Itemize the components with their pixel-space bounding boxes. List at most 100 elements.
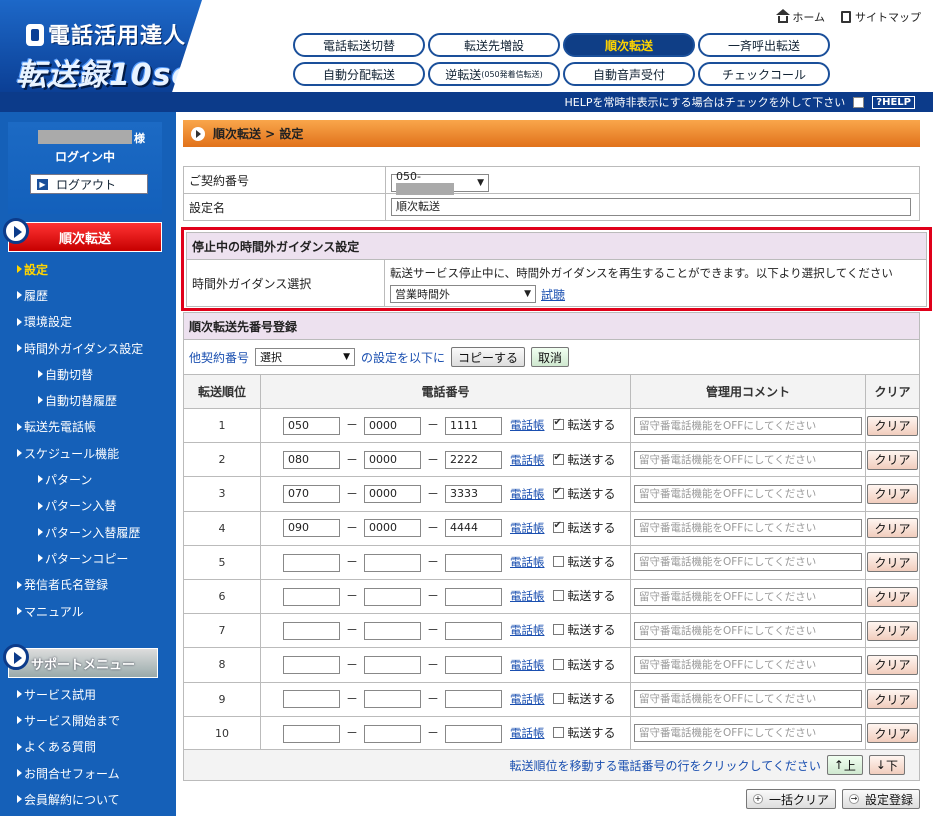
- clear-button[interactable]: クリア: [867, 723, 918, 744]
- home-link[interactable]: ホーム: [776, 9, 825, 25]
- phone-part1-input[interactable]: [283, 587, 340, 606]
- comment-input[interactable]: 留守番電話機能をOFFにしてください: [634, 553, 862, 572]
- sidebar-item-13[interactable]: マニュアル: [0, 598, 176, 624]
- phone-part3-input[interactable]: 2222: [445, 451, 502, 470]
- phone-part1-input[interactable]: 080: [283, 451, 340, 470]
- sidebar-item-12[interactable]: 発信者氏名登録: [0, 572, 176, 598]
- bulk-clear-button[interactable]: + 一括クリア: [745, 789, 836, 809]
- phone-part1-input[interactable]: 050: [283, 416, 340, 435]
- forward-checkbox[interactable]: [552, 658, 564, 670]
- clear-button[interactable]: クリア: [867, 689, 918, 710]
- phonebook-link[interactable]: 電話帳: [510, 692, 545, 706]
- phonebook-link[interactable]: 電話帳: [510, 623, 545, 637]
- phone-part2-input[interactable]: 0000: [364, 519, 421, 538]
- comment-input[interactable]: 留守番電話機能をOFFにしてください: [634, 450, 862, 469]
- phone-part2-input[interactable]: [364, 656, 421, 675]
- phone-part3-input[interactable]: [445, 621, 502, 640]
- phone-part3-input[interactable]: [445, 553, 502, 572]
- sidebar-item-6[interactable]: 転送先電話帳: [0, 414, 176, 440]
- sidebar-item-3[interactable]: 時間外ガイダンス設定: [0, 335, 176, 361]
- sidebar-item-7[interactable]: スケジュール機能: [0, 440, 176, 466]
- phone-part3-input[interactable]: [445, 587, 502, 606]
- copy-button[interactable]: コピーする: [451, 347, 526, 367]
- phone-part1-input[interactable]: [283, 690, 340, 709]
- clear-button[interactable]: クリア: [867, 415, 918, 436]
- support-item-0[interactable]: サービス試用: [0, 681, 176, 707]
- comment-input[interactable]: 留守番電話機能をOFFにしてください: [634, 655, 862, 674]
- contract-select[interactable]: 050- ▼: [391, 170, 489, 195]
- comment-input[interactable]: 留守番電話機能をOFFにしてください: [634, 484, 862, 503]
- support-item-1[interactable]: サービス開始まで: [0, 707, 176, 733]
- table-row[interactable]: 6 －－電話帳 転送する 留守番電話機能をOFFにしてください クリア: [183, 578, 920, 615]
- sidebar-item-2[interactable]: 環境設定: [0, 309, 176, 335]
- phone-part2-input[interactable]: [364, 553, 421, 572]
- clear-button[interactable]: クリア: [867, 654, 918, 675]
- cancel-button[interactable]: 取消: [531, 347, 570, 367]
- table-row[interactable]: 9 －－電話帳 転送する 留守番電話機能をOFFにしてください クリア: [183, 681, 920, 717]
- phonebook-link[interactable]: 電話帳: [510, 521, 545, 535]
- comment-input[interactable]: 留守番電話機能をOFFにしてください: [634, 587, 862, 606]
- phone-part3-input[interactable]: 3333: [445, 485, 502, 504]
- support-item-3[interactable]: お問合せフォーム: [0, 760, 176, 786]
- clear-button[interactable]: クリア: [867, 483, 918, 504]
- phonebook-link[interactable]: 電話帳: [510, 418, 545, 432]
- phone-part2-input[interactable]: [364, 690, 421, 709]
- forward-checkbox[interactable]: [552, 692, 564, 704]
- forward-checkbox[interactable]: [552, 486, 564, 499]
- forward-checkbox[interactable]: [552, 590, 564, 602]
- sidebar-item-8[interactable]: パターン: [0, 466, 176, 492]
- phonebook-link[interactable]: 電話帳: [510, 589, 545, 603]
- phone-part1-input[interactable]: 090: [283, 519, 340, 538]
- phone-part1-input[interactable]: [283, 656, 340, 675]
- clear-button[interactable]: クリア: [867, 620, 918, 641]
- nav-button-4[interactable]: 自動分配転送: [293, 62, 425, 86]
- support-item-4[interactable]: 会員解約について: [0, 786, 176, 812]
- phone-part2-input[interactable]: 0000: [364, 451, 421, 470]
- nav-button-0[interactable]: 電話転送切替: [293, 33, 425, 57]
- move-up-button[interactable]: ↑ 上: [826, 755, 863, 775]
- phone-part1-input[interactable]: 070: [283, 485, 340, 504]
- setting-name-input[interactable]: 順次転送: [391, 198, 911, 216]
- table-row[interactable]: 10 －－電話帳 転送する 留守番電話機能をOFFにしてください クリア: [183, 715, 920, 751]
- phone-part3-input[interactable]: 4444: [445, 519, 502, 538]
- sidebar-item-11[interactable]: パターンコピー: [0, 545, 176, 571]
- phone-part2-input[interactable]: [364, 587, 421, 606]
- comment-input[interactable]: 留守番電話機能をOFFにしてください: [634, 416, 862, 435]
- guidance-select[interactable]: 営業時間外 ▼: [390, 285, 536, 303]
- sidebar-item-10[interactable]: パターン入替履歴: [0, 519, 176, 545]
- sidebar-item-5[interactable]: 自動切替履歴: [0, 387, 176, 413]
- forward-checkbox[interactable]: [552, 727, 564, 739]
- forward-checkbox[interactable]: [552, 624, 564, 636]
- phone-part2-input[interactable]: [364, 621, 421, 640]
- comment-input[interactable]: 留守番電話機能をOFFにしてください: [634, 621, 862, 640]
- phone-part3-input[interactable]: [445, 724, 502, 743]
- sitemap-link[interactable]: サイトマップ: [841, 9, 921, 25]
- listen-link[interactable]: 試聴: [541, 286, 565, 303]
- phone-part2-input[interactable]: [364, 724, 421, 743]
- phone-part3-input[interactable]: [445, 690, 502, 709]
- nav-button-2[interactable]: 順次転送: [563, 33, 695, 57]
- table-row[interactable]: 8 －－電話帳 転送する 留守番電話機能をOFFにしてください クリア: [183, 647, 920, 683]
- comment-input[interactable]: 留守番電話機能をOFFにしてください: [634, 519, 862, 538]
- table-row[interactable]: 7 －－電話帳 転送する 留守番電話機能をOFFにしてください クリア: [183, 613, 920, 649]
- logout-button[interactable]: ▶ ログアウト: [30, 174, 148, 194]
- phone-part1-input[interactable]: [283, 621, 340, 640]
- nav-button-3[interactable]: 一斉呼出転送: [698, 33, 830, 57]
- forward-checkbox[interactable]: [552, 556, 564, 568]
- clear-button[interactable]: クリア: [867, 449, 918, 470]
- phonebook-link[interactable]: 電話帳: [510, 658, 545, 672]
- logo[interactable]: 電話活用達人 転送録10so6: [0, 0, 232, 92]
- sidebar-item-4[interactable]: 自動切替: [0, 361, 176, 387]
- phone-part3-input[interactable]: [445, 656, 502, 675]
- phone-part1-input[interactable]: [283, 553, 340, 572]
- clear-button[interactable]: クリア: [867, 518, 918, 539]
- nav-button-6[interactable]: 自動音声受付: [563, 62, 695, 86]
- sidebar-item-9[interactable]: パターン入替: [0, 493, 176, 519]
- forward-checkbox[interactable]: [552, 452, 564, 465]
- register-button[interactable]: → 設定登録: [841, 789, 920, 809]
- sidebar-item-0[interactable]: 設定: [0, 256, 176, 282]
- comment-input[interactable]: 留守番電話機能をOFFにしてください: [634, 690, 862, 709]
- other-contract-select[interactable]: 選択 ▼: [255, 348, 356, 366]
- clear-button[interactable]: クリア: [867, 552, 918, 573]
- phonebook-link[interactable]: 電話帳: [510, 453, 545, 467]
